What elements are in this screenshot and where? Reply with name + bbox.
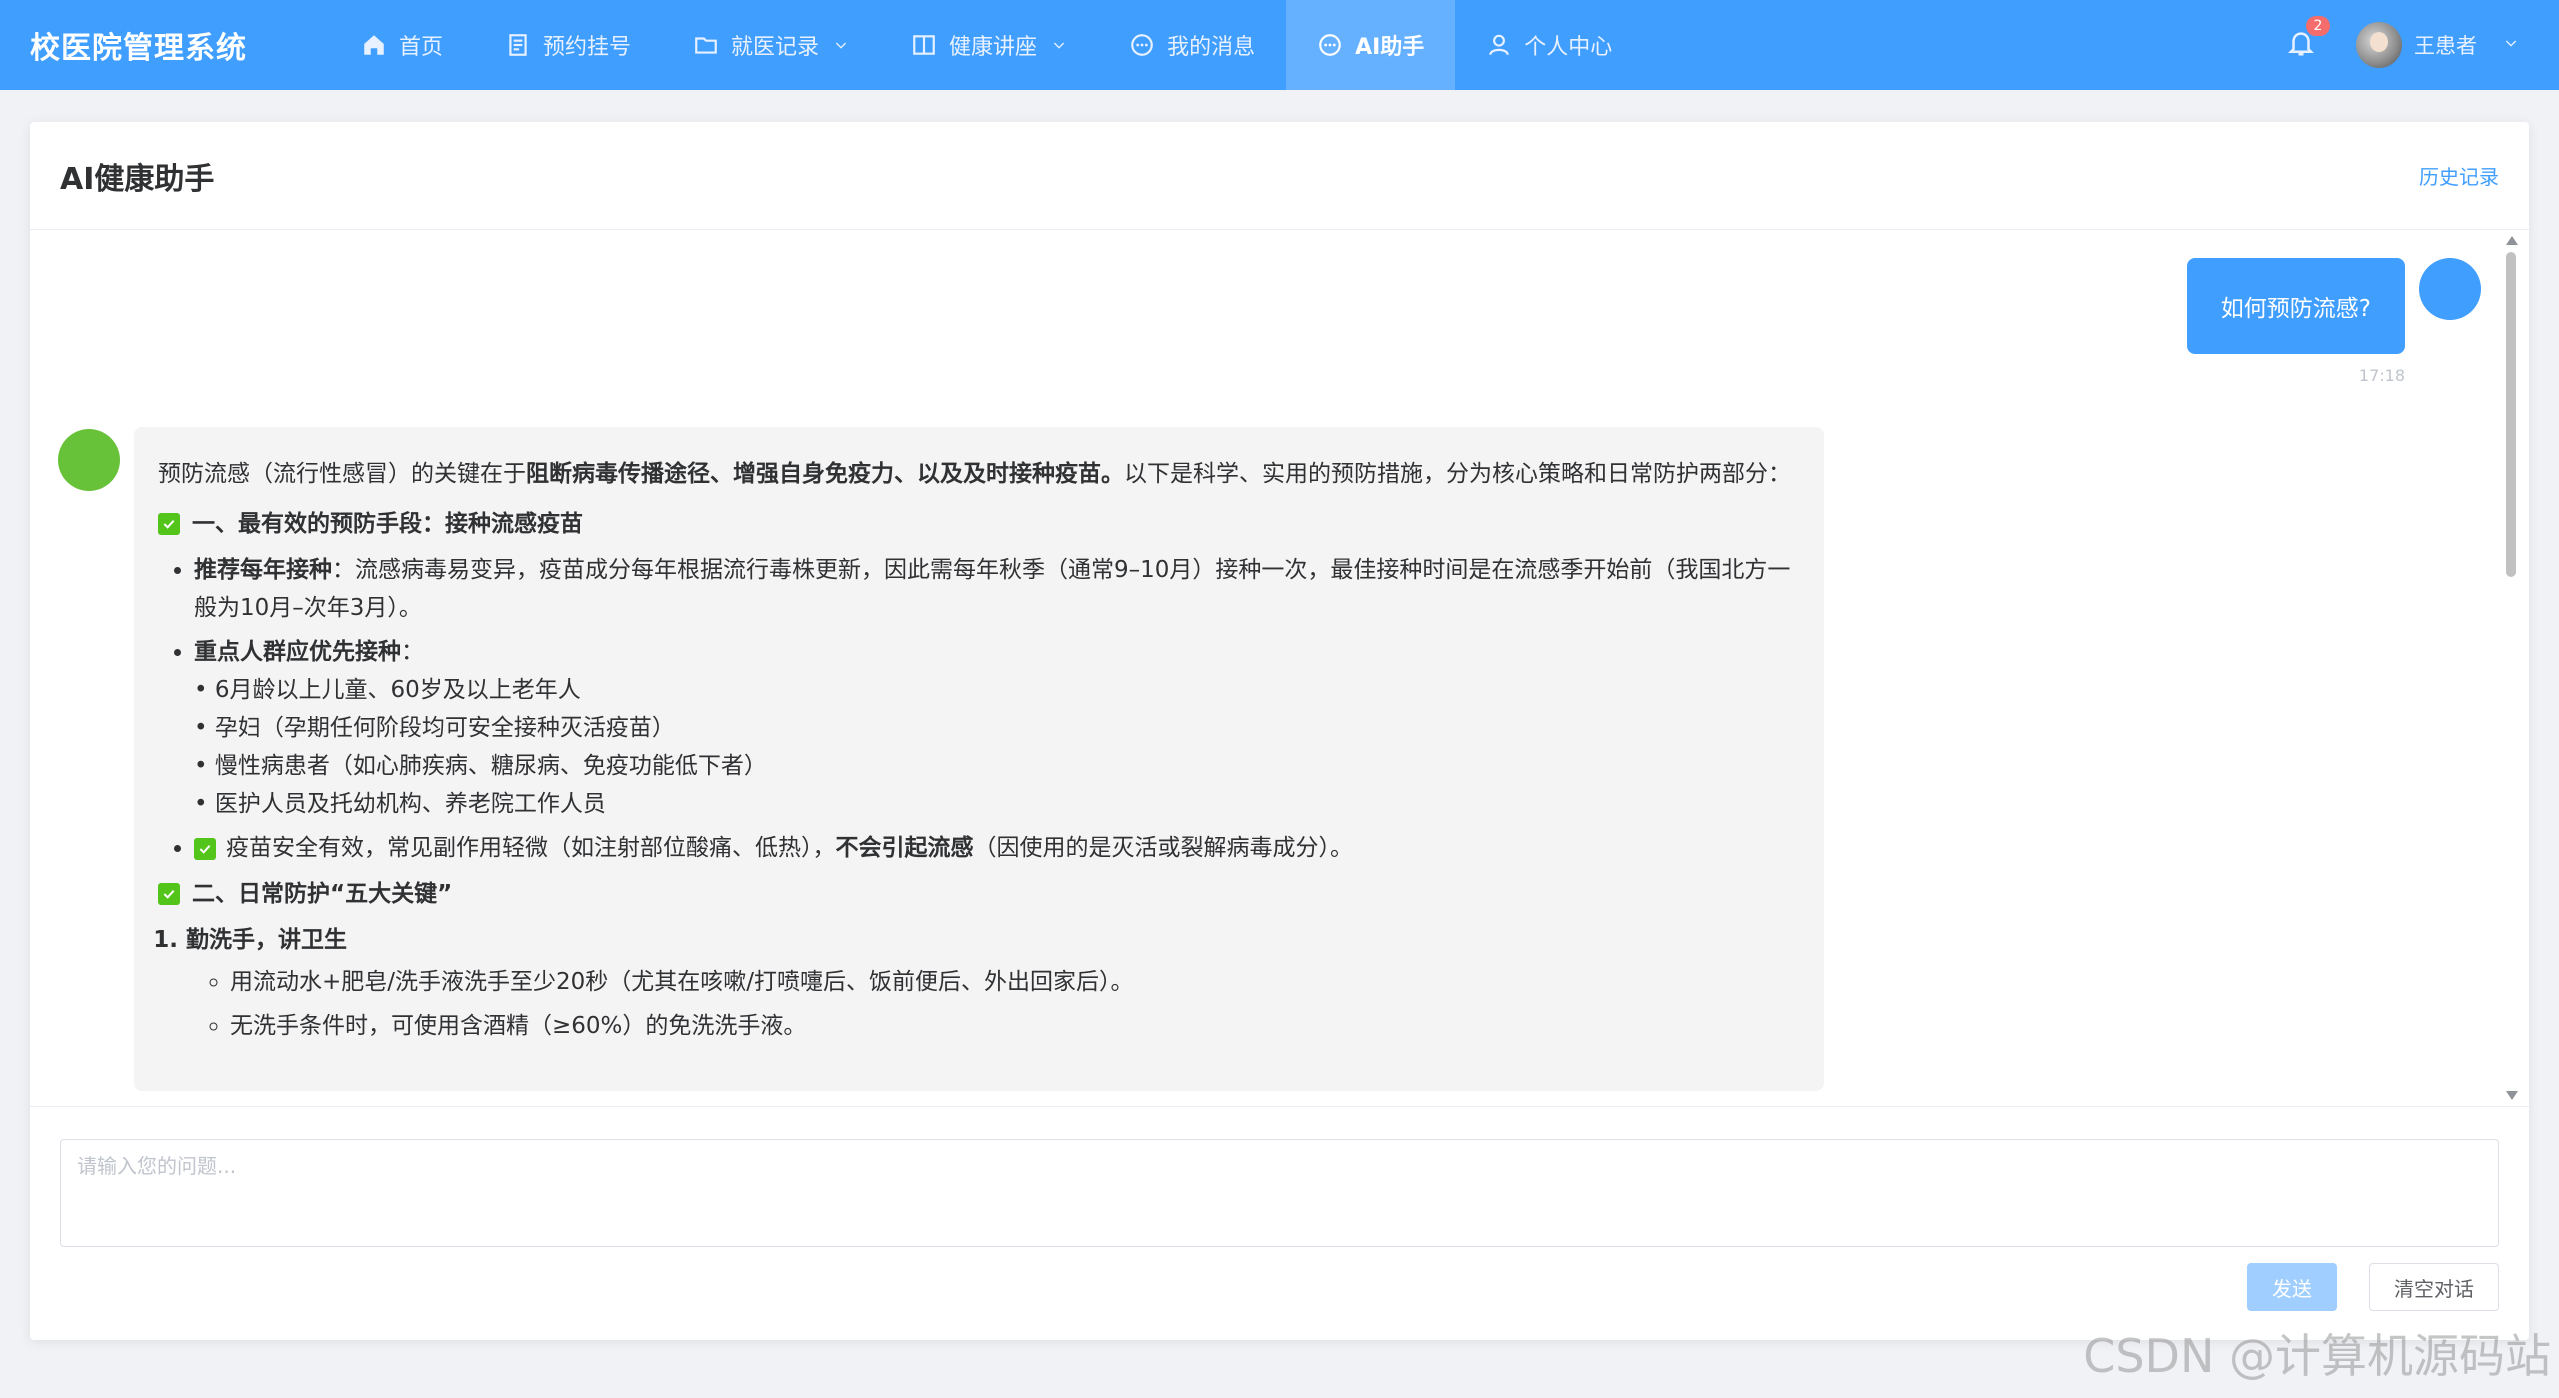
user-area: 2 王患者	[2286, 0, 2519, 90]
list-item: 疫苗安全有效，常见副作用轻微（如注射部位酸痛、低热），不会引起流感（因使用的是灭…	[194, 829, 1800, 867]
list-item: 医护人员及托幼机构、养老院工作人员	[194, 785, 1800, 823]
user-avatar	[2419, 258, 2481, 320]
input-area: 发送 清空对话	[30, 1106, 2529, 1340]
bullet-bold: 重点人群应优先接种	[194, 639, 401, 665]
chat-area[interactable]: 如何预防流感? 17:18 预防流感（流行性感冒）的关键在于阻断病毒传播途径、增…	[30, 230, 2529, 1106]
nav-item-profile[interactable]: 个人中心	[1455, 0, 1643, 90]
card-header: AI健康助手 历史记录	[30, 122, 2529, 230]
home-icon	[361, 32, 387, 58]
scroll-down-arrow-icon[interactable]	[2506, 1091, 2518, 1100]
nav-item-messages[interactable]: 我的消息	[1098, 0, 1286, 90]
chat-bubble-icon	[1129, 32, 1155, 58]
checkmark-icon	[158, 883, 180, 905]
app-title: 校医院管理系统	[30, 31, 247, 66]
nav-item-lectures[interactable]: 健康讲座	[880, 0, 1098, 90]
nav-label-appointment: 预约挂号	[543, 35, 632, 60]
bell-icon	[2286, 32, 2316, 62]
user-message-bubble: 如何预防流感?	[2186, 258, 2405, 354]
section-heading-1: 一、最有效的预防手段：接种流感疫苗	[158, 505, 1800, 543]
list-item: 无洗手条件时，可使用含酒精（≥60%）的免洗洗手液。	[230, 1007, 1800, 1045]
section-heading-2: 二、日常防护“五大关键”	[158, 875, 1800, 913]
ai-intro: 预防流感（流行性感冒）的关键在于阻断病毒传播途径、增强自身免疫力、以及及时接种疫…	[158, 455, 1800, 493]
book-icon	[911, 32, 937, 58]
ai-message-bubble: 预防流感（流行性感冒）的关键在于阻断病毒传播途径、增强自身免疫力、以及及时接种疫…	[134, 427, 1824, 1091]
list-item: 慢性病患者（如心肺疾病、糖尿病、免疫功能低下者）	[194, 747, 1800, 785]
user-name[interactable]: 王患者	[2414, 30, 2477, 60]
nav-label-lectures: 健康讲座	[949, 35, 1038, 60]
checkmark-icon	[158, 513, 180, 535]
bullet-colon: ：	[401, 639, 424, 665]
folder-icon	[693, 32, 719, 58]
list-item: 重点人群应优先接种： 6月龄以上儿童、60岁及以上老年人 孕妇（孕期任何阶段均可…	[194, 633, 1800, 823]
priority-groups-list: 6月龄以上儿童、60岁及以上老年人 孕妇（孕期任何阶段均可安全接种灭活疫苗） 慢…	[194, 671, 1800, 823]
bullet-text: 疫苗安全有效，常见副作用轻微（如注射部位酸痛、低热），	[226, 835, 836, 861]
scrollbar-thumb[interactable]	[2506, 252, 2516, 577]
notification-button[interactable]: 2	[2286, 16, 2330, 62]
nav-label-ai-assistant: AI助手	[1355, 35, 1425, 60]
question-input[interactable]	[60, 1139, 2499, 1247]
avatar[interactable]	[2356, 22, 2402, 68]
list-item: 推荐每年接种：流感病毒易变异，疫苗成分每年根据流行毒株更新，因此需每年秋季（通常…	[194, 551, 1800, 627]
chevron-down-icon	[833, 37, 849, 53]
list-item: 6月龄以上儿童、60岁及以上老年人	[194, 671, 1800, 709]
nav-item-ai-assistant[interactable]: AI助手	[1286, 0, 1456, 90]
message-time: 17:18	[2358, 366, 2405, 385]
section-title-2: 二、日常防护“五大关键”	[192, 881, 453, 907]
bullet-bold: 推荐每年接种	[194, 557, 332, 583]
page-title: AI健康助手	[60, 161, 215, 197]
send-button[interactable]: 发送	[2247, 1263, 2337, 1311]
bullet-bold: 不会引起流感	[835, 835, 974, 861]
top-navbar: 校医院管理系统 首页 预约挂号 就医记录 健康讲座 我的消息 AI助手 个人中心…	[0, 0, 2559, 90]
list-item: 孕妇（孕期任何阶段均可安全接种灭活疫苗）	[194, 709, 1800, 747]
ai-message: 预防流感（流行性感冒）的关键在于阻断病毒传播途径、增强自身免疫力、以及及时接种疫…	[58, 427, 1824, 1091]
list-item: 用流动水+肥皂/洗手液洗手至少20秒（尤其在咳嗽/打喷嚏后、饭前便后、外出回家后…	[230, 963, 1800, 1001]
user-icon	[1486, 32, 1512, 58]
nav-item-appointment[interactable]: 预约挂号	[474, 0, 662, 90]
document-icon	[505, 32, 531, 58]
ai-assistant-card: AI健康助手 历史记录 如何预防流感? 17:18 预防流感（流行性感冒）的关键…	[30, 122, 2529, 1340]
section-2-list: 勤洗手，讲卫生 用流动水+肥皂/洗手液洗手至少20秒（尤其在咳嗽/打喷嚏后、饭前…	[158, 921, 1800, 1045]
clear-chat-button[interactable]: 清空对话	[2369, 1263, 2499, 1311]
bullet-text: ：流感病毒易变异，疫苗成分每年根据流行毒株更新，因此需每年秋季（通常9–10月）…	[194, 557, 1791, 621]
section-title-1: 一、最有效的预防手段：接种流感疫苗	[192, 511, 583, 537]
section-1-list: 推荐每年接种：流感病毒易变异，疫苗成分每年根据流行毒株更新，因此需每年秋季（通常…	[158, 551, 1800, 867]
chat-scrollbar[interactable]	[2503, 230, 2519, 1106]
intro-text: 预防流感（流行性感冒）的关键在于	[158, 461, 526, 487]
chevron-down-icon	[1051, 37, 1067, 53]
chevron-down-icon[interactable]	[2503, 35, 2519, 55]
user-message: 如何预防流感? 17:18	[2186, 258, 2481, 385]
history-link[interactable]: 历史记录	[2419, 161, 2499, 190]
nav-label-messages: 我的消息	[1167, 35, 1256, 60]
intro-text-end: 以下是科学、实用的预防措施，分为核心策略和日常防护两部分：	[1124, 461, 1791, 487]
numbered-item-title: 勤洗手，讲卫生	[186, 927, 347, 953]
handwashing-points: 用流动水+肥皂/洗手液洗手至少20秒（尤其在咳嗽/打喷嚏后、饭前便后、外出回家后…	[186, 963, 1800, 1045]
scroll-up-arrow-icon[interactable]	[2506, 236, 2518, 245]
notification-badge: 2	[2306, 16, 2330, 36]
checkmark-icon	[194, 837, 216, 860]
watermark: CSDN @计算机源码站	[2083, 1329, 2551, 1383]
chat-dots-icon	[1317, 32, 1343, 58]
nav-label-records: 就医记录	[731, 35, 820, 60]
intro-bold: 阻断病毒传播途径、增强自身免疫力、以及及时接种疫苗。	[526, 461, 1124, 487]
list-item: 勤洗手，讲卫生 用流动水+肥皂/洗手液洗手至少20秒（尤其在咳嗽/打喷嚏后、饭前…	[186, 921, 1800, 1045]
nav-label-home: 首页	[399, 35, 444, 60]
nav-item-home[interactable]: 首页	[330, 0, 474, 90]
nav-label-profile: 个人中心	[1524, 35, 1613, 60]
main-nav: 首页 预约挂号 就医记录 健康讲座 我的消息 AI助手 个人中心	[330, 0, 1643, 90]
ai-avatar	[58, 429, 120, 491]
nav-item-records[interactable]: 就医记录	[662, 0, 880, 90]
user-message-body: 如何预防流感? 17:18	[2186, 258, 2405, 385]
bullet-text-end: （因使用的是灭活或裂解病毒成分）。	[973, 835, 1354, 861]
